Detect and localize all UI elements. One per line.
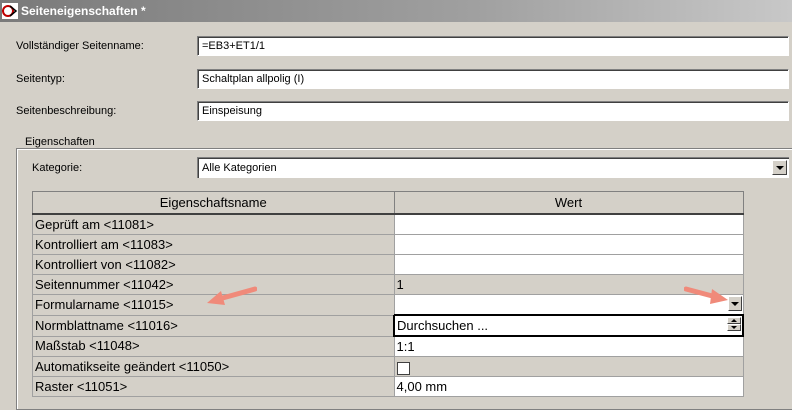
table-row[interactable]: Seitennummer <11042> 1: [32, 274, 744, 295]
properties-grid: Eigenschaftsname Wert Geprüft am <11081>…: [32, 191, 744, 397]
properties-group-title: Eigenschaften: [22, 136, 98, 148]
grid-header: Eigenschaftsname Wert: [32, 191, 744, 215]
table-row[interactable]: Formularname <11015>: [32, 294, 744, 316]
category-label: Kategorie:: [32, 162, 83, 174]
chevron-down-icon: [730, 302, 739, 306]
property-name: Kontrolliert am <11083>: [32, 234, 395, 255]
page-type-label: Seitentyp:: [16, 73, 65, 85]
property-name: Raster <11051>: [32, 376, 395, 397]
table-row[interactable]: Kontrolliert von <11082>: [32, 254, 744, 275]
property-name: Normblattname <11016>: [32, 314, 395, 337]
category-select[interactable]: Alle Kategorien: [197, 157, 789, 178]
property-name: Maßstab <11048>: [32, 335, 395, 357]
column-header-name[interactable]: Eigenschaftsname: [32, 191, 395, 215]
table-row[interactable]: Maßstab <11048> 1:1: [32, 335, 744, 357]
arrow-down-icon: [731, 326, 737, 329]
title-bar: Seiteneigenschaften *: [0, 0, 792, 22]
page-description-label: Seitenbeschreibung:: [16, 105, 117, 117]
chevron-down-icon: [776, 166, 784, 170]
spin-up-button[interactable]: [727, 317, 741, 324]
property-name: Kontrolliert von <11082>: [32, 254, 395, 275]
arrow-up-icon: [731, 319, 737, 322]
browse-value: Durchsuchen ...: [397, 317, 489, 333]
property-value-browse[interactable]: Durchsuchen ...: [393, 314, 744, 337]
property-value[interactable]: 4,00 mm: [393, 376, 744, 397]
annotation-arrow-left-icon: [207, 286, 257, 305]
property-name: Geprüft am <11081>: [32, 213, 395, 235]
category-dropdown-button[interactable]: [772, 160, 787, 175]
table-row[interactable]: Automatikseite geändert <11050>: [32, 356, 744, 377]
property-name: Automatikseite geändert <11050>: [32, 356, 395, 377]
table-row[interactable]: Raster <11051> 4,00 mm: [32, 376, 744, 397]
spinner-icon[interactable]: [727, 317, 741, 333]
property-value[interactable]: 1:1: [393, 335, 744, 357]
checkbox-icon[interactable]: [396, 361, 410, 375]
annotation-arrow-right-icon: [684, 286, 728, 304]
page-description-field[interactable]: Einspeisung: [197, 101, 789, 121]
category-value: Alle Kategorien: [202, 162, 277, 174]
page-type-field[interactable]: Schaltplan allpolig (I): [197, 69, 789, 89]
table-row[interactable]: Normblattname <11016> Durchsuchen ...: [32, 314, 744, 337]
property-value[interactable]: [393, 254, 744, 275]
table-row[interactable]: Geprüft am <11081>: [32, 213, 744, 235]
column-header-value[interactable]: Wert: [393, 191, 744, 215]
property-value-checkbox[interactable]: [393, 356, 744, 377]
property-value[interactable]: [393, 213, 744, 235]
window-title: Seiteneigenschaften *: [21, 4, 146, 18]
property-value[interactable]: [393, 234, 744, 255]
full-name-field[interactable]: =EB3+ET1/1: [197, 36, 789, 56]
full-name-label: Vollständiger Seitenname:: [16, 40, 144, 52]
app-icon: [2, 3, 18, 19]
table-row[interactable]: Kontrolliert am <11083>: [32, 234, 744, 255]
spin-down-button[interactable]: [727, 324, 741, 331]
